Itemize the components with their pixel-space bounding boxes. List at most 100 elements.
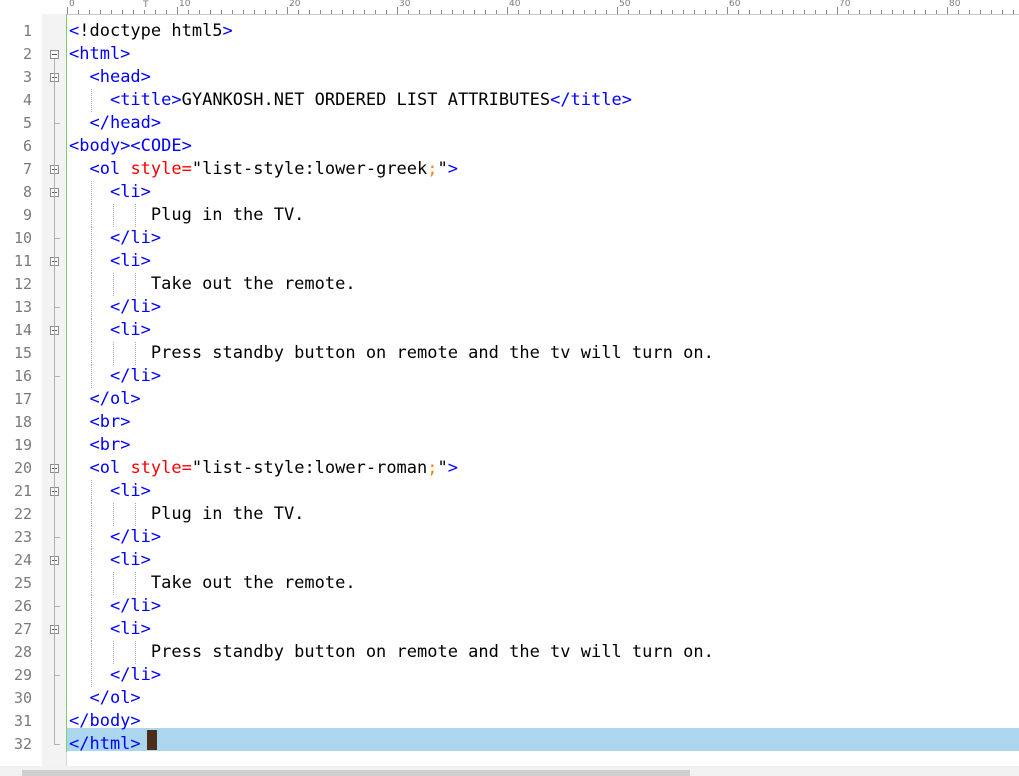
indent-guide: [90, 89, 92, 112]
code-editor[interactable]: <!doctype html5> <html> <head> <title>GYA…: [67, 14, 1019, 766]
line-number: 3: [22, 68, 32, 86]
code-line[interactable]: <!doctype html5>: [69, 20, 233, 43]
ruler-tick: [67, 7, 68, 14]
code-token: ": [437, 159, 448, 179]
ruler-tick: [177, 7, 178, 14]
line-number: 6: [22, 137, 32, 155]
code-token: Press standby button on remote and the t…: [150, 642, 714, 662]
fold-end-marker: [54, 537, 60, 538]
code-line[interactable]: </li>: [69, 296, 161, 319]
ruler-label: 0: [69, 0, 75, 9]
line-number: 8: [22, 183, 32, 201]
line-number: 28: [13, 643, 32, 661]
ruler-label: 40: [509, 0, 521, 9]
line-number: 24: [13, 551, 32, 569]
fold-margin[interactable]: [42, 14, 67, 766]
line-number: 14: [13, 321, 32, 339]
code-line[interactable]: <li>: [69, 549, 151, 572]
indent-guide: [134, 204, 136, 227]
code-token: <li>: [109, 550, 151, 570]
code-token: Take out the remote.: [150, 573, 356, 593]
code-line[interactable]: <ol style="list-style:lower-greek;">: [69, 158, 458, 181]
code-line[interactable]: </ol>: [69, 388, 140, 411]
fold-end-marker: [54, 606, 60, 607]
code-line[interactable]: </body>: [69, 710, 141, 733]
fold-toggle-icon[interactable]: [50, 50, 59, 59]
ruler-label: 70: [839, 0, 851, 9]
indent-guide: [90, 549, 92, 572]
code-line[interactable]: <br>: [69, 434, 130, 457]
code-token: <li>: [109, 320, 151, 340]
ruler-label: 50: [619, 0, 631, 9]
indent-guide: [90, 618, 92, 641]
indent-guide: [90, 572, 92, 595]
line-number: 5: [22, 114, 32, 132]
line-number: 32: [13, 735, 32, 753]
code-line[interactable]: <br>: [69, 411, 130, 434]
indent-guide: [112, 204, 114, 227]
line-number: 11: [13, 252, 32, 270]
indent-guide: [90, 480, 92, 503]
ruler-tick: [617, 7, 618, 14]
code-token: <br>: [89, 412, 131, 432]
code-line[interactable]: <head>: [69, 66, 150, 89]
indent-guide: [134, 641, 136, 664]
code-token: Plug in the TV.: [150, 504, 305, 524]
ruler-label: 80: [949, 0, 961, 9]
code-token: <li>: [109, 619, 151, 639]
ruler-tick: [947, 7, 948, 14]
fold-scope-line: [54, 59, 55, 745]
line-number: 19: [13, 436, 32, 454]
line-number: 4: [22, 91, 32, 109]
code-token: ": [437, 458, 448, 478]
code-line[interactable]: <html>: [69, 43, 130, 66]
code-token: >: [222, 21, 233, 41]
code-line[interactable]: <li>: [69, 250, 151, 273]
code-line[interactable]: <body><CODE>: [69, 135, 192, 158]
indent-guide: [90, 250, 92, 273]
ruler-label: 30: [399, 0, 411, 9]
code-token: style=: [130, 458, 192, 478]
line-number: 25: [13, 574, 32, 592]
line-number: 13: [13, 298, 32, 316]
indent-guide: [90, 273, 92, 296]
code-token: <title>: [109, 90, 182, 110]
code-line[interactable]: <li>: [69, 480, 151, 503]
horizontal-scrollbar-thumb[interactable]: [22, 770, 690, 776]
code-token: ;: [427, 159, 438, 179]
code-line[interactable]: Press standby button on remote and the t…: [69, 342, 714, 365]
code-line[interactable]: </li>: [69, 526, 161, 549]
line-number: 15: [13, 344, 32, 362]
code-line[interactable]: <li>: [69, 319, 151, 342]
code-token: </body>: [69, 711, 141, 731]
code-line[interactable]: <ol style="list-style:lower-roman;">: [69, 457, 458, 480]
indent-guide: [90, 365, 92, 388]
code-line[interactable]: </li>: [69, 227, 161, 250]
code-line[interactable]: Press standby button on remote and the t…: [69, 641, 714, 664]
code-line[interactable]: </li>: [69, 664, 161, 687]
code-line[interactable]: <title>GYANKOSH.NET ORDERED LIST ATTRIBU…: [69, 89, 632, 112]
code-line[interactable]: </ol>: [69, 687, 140, 710]
indent-guide: [90, 181, 92, 204]
code-line[interactable]: </html>: [69, 733, 141, 756]
code-line[interactable]: </head>: [69, 112, 161, 135]
code-line[interactable]: </li>: [69, 595, 161, 618]
indent-guide: [90, 503, 92, 526]
code-line[interactable]: Plug in the TV.: [69, 204, 305, 227]
code-token: >: [447, 159, 459, 179]
fold-end-marker: [54, 376, 60, 377]
code-line[interactable]: <li>: [69, 181, 151, 204]
indent-guide: [134, 342, 136, 365]
indent-guide: [90, 319, 92, 342]
code-line[interactable]: Plug in the TV.: [69, 503, 305, 526]
ruler-label: 10: [179, 0, 191, 9]
fold-end-marker: [54, 675, 60, 676]
code-line[interactable]: </li>: [69, 365, 161, 388]
code-line[interactable]: <li>: [69, 618, 151, 641]
